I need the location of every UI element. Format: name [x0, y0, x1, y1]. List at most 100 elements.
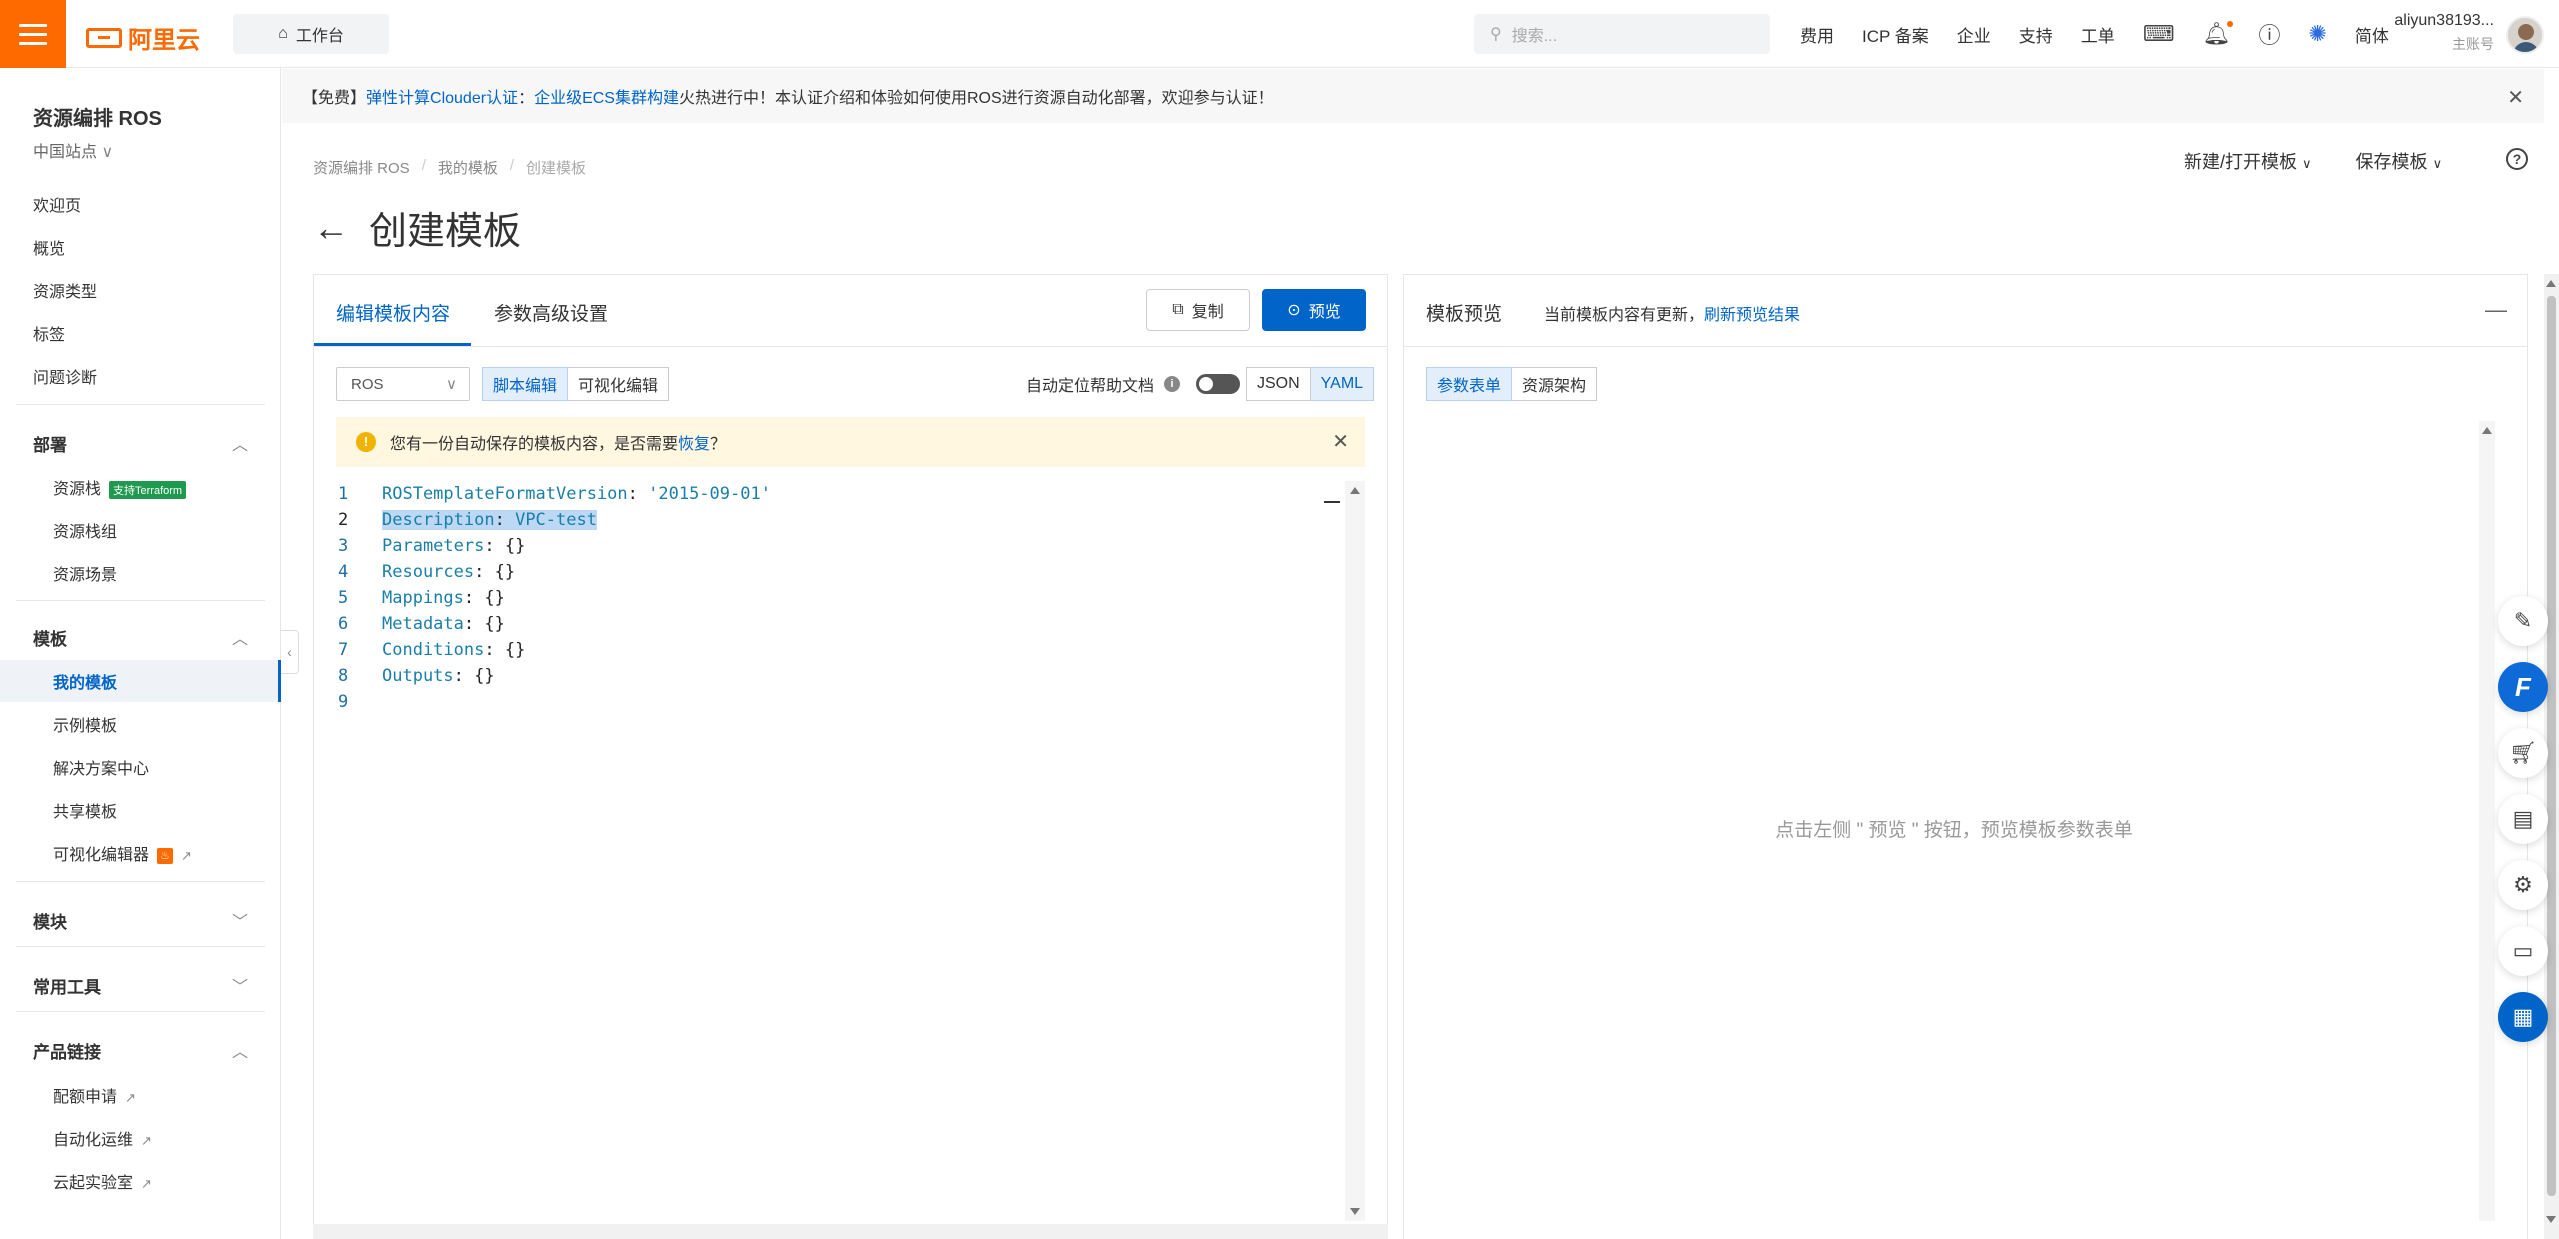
- sidebar-item-overview[interactable]: 概览: [33, 235, 65, 259]
- horizontal-scrollbar[interactable]: [313, 1224, 1388, 1239]
- edit-icon[interactable]: ✎: [2498, 596, 2548, 646]
- hot-badge-icon: ♨: [157, 847, 174, 864]
- sidebar-item-welcome[interactable]: 欢迎页: [33, 192, 81, 216]
- user-role: 主账号: [2452, 36, 2494, 52]
- code-line: 5 Mappings: {}: [338, 588, 505, 608]
- nav-enterprise[interactable]: 企业: [1957, 22, 1991, 47]
- param-form-option[interactable]: 参数表单: [1426, 367, 1513, 401]
- minimize-icon[interactable]: —: [2485, 297, 2507, 323]
- code-key: ROSTemplateFormatVersion: [382, 484, 628, 504]
- region-selector[interactable]: 中国站点 ∨: [33, 138, 113, 162]
- banner-link-ecs[interactable]: 企业级ECS集群构建: [534, 84, 679, 108]
- divider: [16, 404, 265, 405]
- sidebar-group-tools[interactable]: 常用工具 ﹀: [33, 973, 248, 998]
- group-label: 产品链接: [33, 1043, 101, 1062]
- aliyun-logo[interactable]: 阿里云: [86, 20, 200, 55]
- auto-locate-toggle[interactable]: [1196, 374, 1241, 394]
- back-arrow-icon[interactable]: ←: [313, 207, 349, 249]
- sidebar-collapse-chevron-icon[interactable]: ‹: [281, 630, 299, 674]
- refresh-preview-link[interactable]: 刷新预览结果: [1704, 307, 1800, 324]
- script-edit-option[interactable]: 脚本编辑: [482, 367, 569, 401]
- sidebar-item-quota[interactable]: 配额申请 ↗: [53, 1083, 136, 1107]
- tab-param-settings[interactable]: 参数高级设置: [494, 299, 608, 326]
- sidebar-item-resource-types[interactable]: 资源类型: [33, 278, 97, 302]
- notice-suffix: ？: [710, 436, 727, 453]
- auto-locate-label: 自动定位帮助文档: [1026, 378, 1155, 395]
- close-icon[interactable]: ✕: [2507, 85, 2524, 110]
- format-yaml-option[interactable]: YAML: [1310, 367, 1375, 401]
- nav-support[interactable]: 支持: [2019, 22, 2053, 47]
- code-value: {}: [504, 536, 526, 556]
- nav-fee[interactable]: 费用: [1800, 22, 1834, 47]
- scroll-up-icon[interactable]: [1350, 487, 1360, 494]
- user-info[interactable]: aliyun38193... 主账号: [2386, 12, 2494, 54]
- play-circle-icon: ⊙: [1287, 302, 1301, 319]
- tab-edit-content[interactable]: 编辑模板内容: [336, 299, 450, 326]
- sidebar-item-stack-groups[interactable]: 资源栈组: [53, 518, 117, 542]
- sidebar-item-diagnosis[interactable]: 问题诊断: [33, 364, 97, 388]
- visual-edit-option[interactable]: 可视化编辑: [568, 367, 670, 401]
- scroll-up-icon[interactable]: [2546, 280, 2556, 287]
- chevron-down-icon: ∨: [2432, 156, 2443, 171]
- preview-button[interactable]: ⊙ 预览: [1262, 289, 1366, 331]
- sidebar-item-lab[interactable]: 云起实验室 ↗: [53, 1169, 152, 1193]
- apps-icon[interactable]: ▦: [2498, 992, 2548, 1042]
- sidebar-group-deploy[interactable]: 部署 ︿: [33, 431, 248, 456]
- code-line: 3 Parameters: {}: [338, 536, 526, 556]
- sidebar-item-stacks[interactable]: 资源栈 支持Terraform: [53, 475, 187, 499]
- format-json-option[interactable]: JSON: [1246, 367, 1311, 401]
- sidebar-item-shared-templates[interactable]: 共享模板: [53, 798, 117, 822]
- line-number: 1: [338, 484, 349, 504]
- sidebar-item-scenarios[interactable]: 资源场景: [53, 561, 117, 585]
- sidebar-item-sample-templates[interactable]: 示例模板: [53, 712, 117, 736]
- preview-scrollbar[interactable]: [2479, 421, 2495, 1221]
- document-icon[interactable]: ▤: [2498, 794, 2548, 844]
- chevron-up-icon: ︿: [231, 1044, 248, 1061]
- cart-icon[interactable]: 🛒︎: [2498, 728, 2548, 778]
- language-switch[interactable]: 简体: [2355, 22, 2389, 47]
- code-editor[interactable]: 1 ROSTemplateFormatVersion: '2015-09-01' …: [336, 481, 1365, 1221]
- help-circle-icon[interactable]: ⓘ: [2258, 18, 2280, 50]
- sidebar-group-links[interactable]: 产品链接 ︿: [33, 1038, 248, 1063]
- help-icon[interactable]: ?: [2506, 148, 2528, 170]
- scroll-down-icon[interactable]: [1350, 1208, 1360, 1215]
- resource-arch-option[interactable]: 资源架构: [1512, 367, 1598, 401]
- banner-link-cert[interactable]: 弹性计算Clouder认证: [366, 84, 518, 108]
- sidebar-item-visual-editor[interactable]: 可视化编辑器 ♨ ↗: [53, 841, 192, 865]
- select-value: ROS: [351, 375, 384, 393]
- terminal-icon[interactable]: ⌨: [2143, 21, 2175, 47]
- editor-scrollbar[interactable]: [1345, 481, 1365, 1221]
- sidebar-item-solutions[interactable]: 解决方案中心: [53, 755, 149, 779]
- f-logo-icon[interactable]: F: [2498, 662, 2548, 712]
- avatar[interactable]: [2506, 16, 2544, 54]
- settings-icon[interactable]: ⚙: [2498, 860, 2548, 910]
- divider: [16, 881, 265, 882]
- line-number: 8: [338, 666, 349, 686]
- sidebar-item-tags[interactable]: 标签: [33, 321, 65, 345]
- ai-assistant-icon[interactable]: ✺: [2308, 21, 2326, 47]
- nav-icp[interactable]: ICP 备案: [1862, 22, 1929, 47]
- new-open-template-dropdown[interactable]: 新建/打开模板 ∨: [2184, 148, 2312, 174]
- chat-icon[interactable]: ▭: [2498, 926, 2548, 976]
- sidebar-item-oos[interactable]: 自动化运维 ↗: [53, 1126, 152, 1150]
- chevron-down-icon: ∨: [446, 376, 457, 393]
- breadcrumb-my-templates[interactable]: 我的模板: [438, 157, 498, 178]
- sidebar-group-template[interactable]: 模板 ︿: [33, 625, 248, 650]
- nav-ticket[interactable]: 工单: [2081, 22, 2115, 47]
- close-icon[interactable]: ✕: [1332, 429, 1349, 454]
- template-type-select[interactable]: ROS ∨: [336, 367, 470, 401]
- scroll-down-icon[interactable]: [2546, 1216, 2556, 1223]
- copy-button[interactable]: ⧉ 复制: [1146, 289, 1250, 331]
- sidebar-group-module[interactable]: 模块 ﹀: [33, 908, 248, 933]
- search-input[interactable]: ⚲ 搜索...: [1474, 14, 1770, 54]
- bell-icon[interactable]: 🔔︎: [2203, 21, 2234, 47]
- save-template-dropdown[interactable]: 保存模板 ∨: [2356, 148, 2443, 174]
- workbench-button[interactable]: ⌂ 工作台: [233, 14, 389, 54]
- external-link-icon: ↗: [141, 1133, 152, 1148]
- restore-link[interactable]: 恢复: [678, 436, 710, 453]
- breadcrumb-ros[interactable]: 资源编排 ROS: [313, 157, 410, 178]
- divider: [16, 600, 265, 601]
- hamburger-menu-icon[interactable]: [0, 0, 66, 68]
- scroll-up-icon[interactable]: [2482, 427, 2492, 434]
- sidebar-item-my-templates[interactable]: 我的模板: [53, 669, 117, 693]
